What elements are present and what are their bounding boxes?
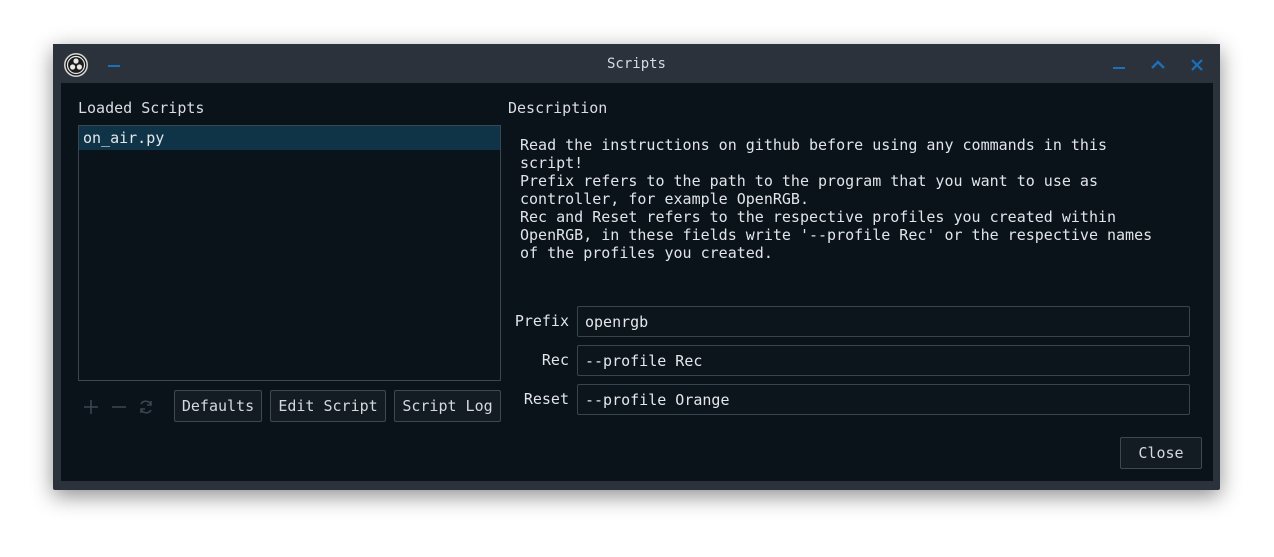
window-title: Scripts xyxy=(606,56,666,72)
shade-icon[interactable] xyxy=(108,65,120,67)
description-line: Rec and Reset refers to the respective p… xyxy=(520,208,1117,226)
description-line: OpenRGB, in these fields write '--profil… xyxy=(520,226,1153,244)
scripts-window: Scripts Loaded Scripts Description on_ai… xyxy=(53,44,1220,490)
description-line: of the profiles you created. xyxy=(520,244,773,262)
script-log-button[interactable]: Script Log xyxy=(394,390,501,422)
description-line: script! xyxy=(520,154,584,172)
add-script-button[interactable] xyxy=(81,397,101,417)
close-button[interactable]: Close xyxy=(1120,437,1202,469)
script-list-toolbar xyxy=(81,397,161,419)
chevron-up-icon xyxy=(1151,60,1165,69)
minimize-icon xyxy=(1113,67,1125,69)
loaded-scripts-list[interactable]: on_air.py xyxy=(78,125,501,381)
edit-script-button[interactable]: Edit Script xyxy=(270,390,386,422)
script-list-item[interactable]: on_air.py xyxy=(79,126,500,150)
remove-icon xyxy=(112,406,126,408)
maximize-button[interactable] xyxy=(1149,56,1167,74)
description-label: Description xyxy=(508,99,608,117)
remove-script-button[interactable] xyxy=(109,397,129,417)
close-icon xyxy=(1191,59,1203,71)
prefix-input[interactable] xyxy=(577,306,1190,337)
reload-script-button[interactable] xyxy=(136,397,156,417)
reset-input[interactable] xyxy=(577,384,1190,415)
description-line: Prefix refers to the path to the program… xyxy=(520,172,1098,190)
obs-app-icon xyxy=(64,53,88,77)
close-window-button[interactable] xyxy=(1188,56,1206,74)
minimize-button[interactable] xyxy=(1110,56,1128,74)
rec-input[interactable] xyxy=(577,345,1190,376)
description-line: controller, for example OpenRGB. xyxy=(520,190,809,208)
script-description: Read the instructions on github before u… xyxy=(520,136,1200,262)
reload-icon xyxy=(140,400,152,414)
description-line: Read the instructions on github before u… xyxy=(520,136,1107,154)
rec-label: Rec xyxy=(541,351,569,369)
title-bar[interactable]: Scripts xyxy=(53,44,1220,83)
add-icon xyxy=(84,400,98,414)
prefix-label: Prefix xyxy=(514,312,569,330)
loaded-scripts-label: Loaded Scripts xyxy=(78,99,205,117)
reset-label: Reset xyxy=(523,390,569,408)
defaults-button[interactable]: Defaults xyxy=(174,390,262,422)
dialog-content: Loaded Scripts Description on_air.py Def… xyxy=(61,83,1213,481)
